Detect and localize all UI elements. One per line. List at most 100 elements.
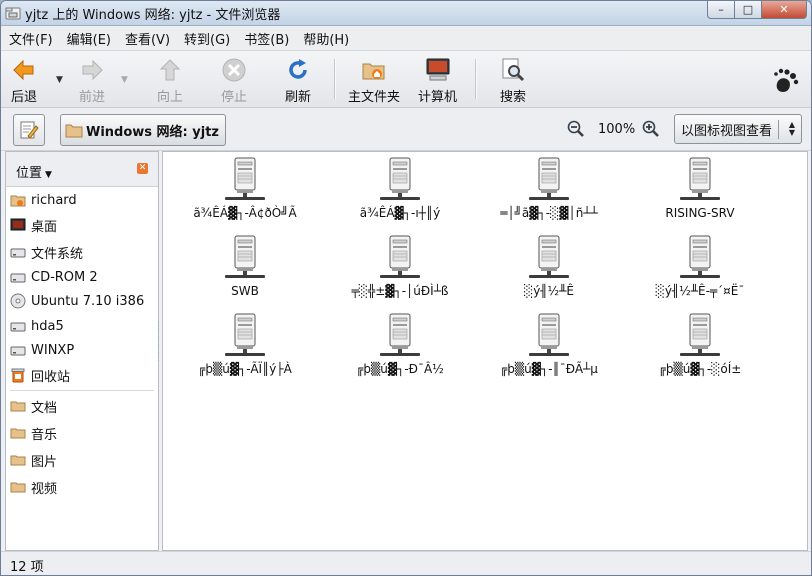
cdrom-icon — [10, 293, 26, 309]
sidebar-close-icon[interactable]: ✕ — [137, 163, 148, 174]
path-bar-button[interactable]: Windows 网络: yjtz — [60, 114, 226, 146]
drive-icon — [10, 248, 26, 258]
file-item[interactable]: ╔þ▒ú▓┐-Ð¯Â½ — [330, 312, 470, 386]
zoom-in-icon[interactable] — [642, 120, 660, 138]
menu-edit[interactable]: 编辑(E) — [67, 29, 111, 48]
sidebar-item-music[interactable]: 音乐 — [10, 422, 57, 444]
computer-icon — [426, 58, 449, 81]
file-item-label: RISING-SRV — [665, 206, 735, 220]
file-item-label: ã¾ÊÁ▓┐-ı┼║ý — [359, 206, 441, 220]
file-item[interactable]: ╔þ▒ú▓┐-ÃÏ║ý├À — [175, 312, 315, 386]
chevron-down-icon: ▼ — [45, 170, 52, 180]
stop-icon — [222, 58, 246, 82]
sidebar-item-trash[interactable]: 回收站 — [10, 364, 70, 386]
sidebar-item-cdrom2[interactable]: CD-ROM 2 — [10, 266, 98, 288]
network-server-icon — [377, 156, 423, 204]
file-item[interactable]: ╔þ▒ú▓┐-║¯ÐÃ┴µ — [479, 312, 619, 386]
forward-history-dropdown[interactable]: ▼ — [121, 75, 128, 85]
folder-icon — [10, 482, 26, 493]
file-item[interactable]: ╔þ▒ú▓┐-░óÍ± — [630, 312, 770, 386]
path-bar-label: Windows 网络: yjtz — [86, 124, 219, 140]
home-button[interactable]: 主文件夹 — [348, 55, 400, 105]
close-button[interactable]: ✕ — [761, 1, 807, 19]
network-folder-icon — [5, 7, 21, 20]
menu-help[interactable]: 帮助(H) — [303, 29, 349, 48]
network-server-icon — [677, 234, 723, 282]
edit-location-button[interactable] — [13, 114, 45, 146]
stop-button[interactable]: 停止 — [221, 55, 247, 105]
folder-icon — [10, 428, 26, 439]
menu-bookmarks[interactable]: 书签(B) — [244, 29, 289, 48]
network-server-icon — [222, 156, 268, 204]
file-item[interactable]: ╤░╬±▓┐-│úÐÌ┴ß — [330, 234, 470, 308]
file-item[interactable]: ã¾ÊÁ▓┐-ı┼║ý — [330, 156, 470, 230]
sidebar-item-videos[interactable]: 视频 — [10, 476, 57, 498]
select-divider — [778, 120, 779, 139]
file-item-label: ░ý╢½╨Ê — [524, 284, 574, 298]
sidebar-item-documents[interactable]: 文档 — [10, 395, 57, 417]
drive-icon — [10, 322, 26, 332]
file-item[interactable]: ░ý╢½╨Ê-╤´¤Ë¯ — [630, 234, 770, 308]
sidebar-item-pictures[interactable]: 图片 — [10, 449, 57, 471]
view-mode-select[interactable]: 以图标视图查看 ▲ ▼ — [674, 114, 802, 144]
sidebar-item-ubuntu[interactable]: Ubuntu 7.10 i386 — [10, 290, 144, 312]
network-server-icon — [377, 312, 423, 360]
network-server-icon — [222, 312, 268, 360]
file-item-label: ╔þ▒ú▓┐-Ð¯Â½ — [356, 362, 444, 376]
network-folder-icon — [65, 124, 83, 138]
search-button[interactable]: 搜索 — [500, 55, 526, 105]
drive-icon — [10, 346, 26, 356]
minimize-button[interactable]: – — [707, 1, 735, 19]
reload-button[interactable]: 刷新 — [285, 55, 311, 105]
window-title: yjtz 上的 Windows 网络: yjtz - 文件浏览器 — [25, 8, 281, 23]
gnome-foot-icon — [774, 68, 799, 92]
toolbar-separator — [475, 59, 477, 99]
edit-location-icon — [20, 121, 39, 139]
file-item-label: ã¾ÊÁ▓┐-Â¢ðÒ╝Ã — [193, 206, 297, 220]
sidebar-item-winxp[interactable]: WINXP — [10, 339, 74, 361]
file-item[interactable]: ░ý╢½╨Ê — [479, 234, 619, 308]
desktop-icon — [10, 218, 26, 231]
forward-button[interactable]: 前进 — [79, 55, 105, 105]
title-bar[interactable]: yjtz 上的 Windows 网络: yjtz - 文件浏览器 – □ ✕ — [1, 1, 811, 26]
sidebar-item-richard[interactable]: richard — [10, 189, 77, 211]
sidebar-header: 位置 ▼ ✕ — [6, 152, 158, 187]
file-item[interactable]: SWB — [175, 234, 315, 308]
sidebar-item-desktop[interactable]: 桌面 — [10, 214, 57, 236]
file-item-label: ░ý╢½╨Ê-╤´¤Ë¯ — [655, 284, 745, 298]
sidebar-mode-select[interactable]: 位置 ▼ — [16, 162, 52, 181]
sidebar-separator — [10, 390, 154, 391]
file-browser-window: yjtz 上的 Windows 网络: yjtz - 文件浏览器 – □ ✕ 文… — [0, 0, 812, 576]
menu-file[interactable]: 文件(F) — [9, 29, 53, 48]
menu-view[interactable]: 查看(V) — [125, 29, 170, 48]
file-item-label: ═│╝ã▓┐-░▓│ñ┴┴ — [500, 206, 598, 220]
back-arrow-icon — [13, 59, 34, 81]
file-item[interactable]: ã¾ÊÁ▓┐-Â¢ðÒ╝Ã — [175, 156, 315, 230]
up-arrow-icon — [159, 59, 181, 81]
sidebar-item-filesystem[interactable]: 文件系统 — [10, 241, 83, 263]
maximize-button[interactable]: □ — [734, 1, 762, 19]
folder-icon — [10, 401, 26, 412]
zoom-level[interactable]: 100% — [598, 122, 635, 137]
network-server-icon — [377, 234, 423, 282]
drive-icon — [10, 273, 26, 283]
view-mode-label: 以图标视图查看 — [681, 123, 773, 139]
back-history-dropdown[interactable]: ▼ — [56, 75, 63, 85]
back-button[interactable]: 后退 — [11, 55, 37, 105]
menu-bar: 文件(F) 编辑(E) 查看(V) 转到(G) 书签(B) 帮助(H) — [1, 26, 811, 51]
computer-button[interactable]: 计算机 — [418, 55, 457, 105]
file-item-label: ╔þ▒ú▓┐-ÃÏ║ý├À — [198, 362, 292, 376]
network-server-icon — [677, 312, 723, 360]
menu-go[interactable]: 转到(G) — [184, 29, 230, 48]
network-server-icon — [526, 234, 572, 282]
up-button[interactable]: 向上 — [157, 55, 183, 105]
location-bar: Windows 网络: yjtz 100% 以图标视图查看 ▲ ▼ — [1, 108, 811, 151]
zoom-out-icon[interactable] — [567, 120, 585, 138]
trash-icon — [11, 368, 25, 383]
network-server-icon — [222, 234, 268, 282]
icon-view[interactable]: ã¾ÊÁ▓┐-Â¢ðÒ╝Ã ã¾ÊÁ▓┐-ı┼║ý ═│╝ã▓┐-░▓│ñ┴┴ RIS… — [162, 151, 808, 551]
file-item[interactable]: ═│╝ã▓┐-░▓│ñ┴┴ — [479, 156, 619, 230]
network-server-icon — [677, 156, 723, 204]
sidebar-item-hda5[interactable]: hda5 — [10, 315, 64, 337]
file-item[interactable]: RISING-SRV — [630, 156, 770, 230]
